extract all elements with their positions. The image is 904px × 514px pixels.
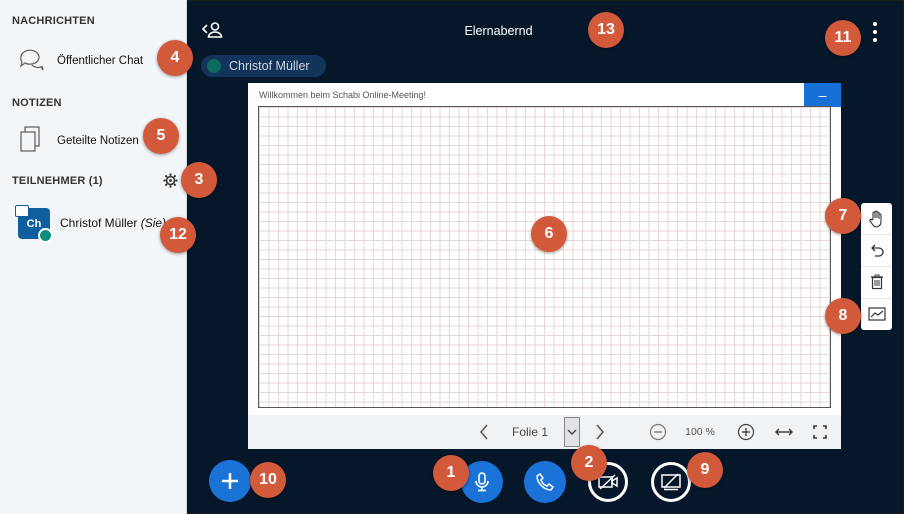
- undo-icon[interactable]: [861, 234, 892, 265]
- hand-tool-icon[interactable]: [861, 203, 892, 234]
- annotation-badge-11: 11: [825, 20, 861, 56]
- zoom-in-icon[interactable]: [737, 415, 755, 449]
- annotation-badge-9: 9: [687, 452, 723, 488]
- annotation-badge-2: 2: [571, 445, 607, 481]
- whiteboard-toolbar: [861, 203, 892, 330]
- speaker-name: Christof Müller: [229, 59, 310, 73]
- presenter-screen-icon: [15, 205, 29, 217]
- options-menu-icon[interactable]: [870, 22, 880, 42]
- previous-slide-icon[interactable]: [476, 415, 492, 449]
- zoom-level: 100 %: [685, 426, 715, 438]
- participants-section-title: TEILNEHMER (1): [12, 175, 103, 187]
- annotation-badge-1: 1: [433, 455, 469, 491]
- screenshare-button[interactable]: [651, 462, 691, 502]
- sidebar: NACHRICHTEN Öffentlicher Chat NOTIZEN Ge…: [0, 0, 187, 514]
- notes-icon: [19, 125, 41, 158]
- fit-width-icon[interactable]: [774, 415, 794, 449]
- annotation-badge-5: 5: [143, 118, 179, 154]
- screen-share-off-icon: [661, 473, 681, 491]
- presentation-area: Willkommen beim Schabi Online-Meeting! –…: [248, 83, 841, 449]
- participants-settings-gear-icon[interactable]: [163, 173, 178, 193]
- participant-name: Christof Müller (Sie): [60, 216, 166, 230]
- actions-plus-button[interactable]: [209, 460, 251, 502]
- slide-select-chevron-down-icon[interactable]: [564, 417, 580, 447]
- annotation-badge-10: 10: [250, 462, 286, 498]
- whiteboard-canvas[interactable]: [258, 106, 831, 408]
- multi-user-whiteboard-icon[interactable]: [861, 298, 892, 329]
- talking-indicator: Christof Müller: [201, 55, 326, 77]
- annotation-badge-3: 3: [181, 162, 217, 198]
- microphone-status-icon: [38, 228, 53, 243]
- fullscreen-icon[interactable]: [811, 415, 829, 449]
- meeting-title: Elernabernd: [464, 24, 533, 38]
- plus-icon: [222, 473, 238, 489]
- phone-icon: [536, 473, 554, 491]
- annotation-badge-12: 12: [160, 217, 196, 253]
- public-chat-label: Öffentlicher Chat: [57, 55, 144, 67]
- notes-section-title: NOTIZEN: [12, 97, 62, 109]
- chat-icon: [18, 46, 44, 79]
- presentation-title: Willkommen beim Schabi Online-Meeting!: [259, 90, 427, 100]
- speaker-avatar-dot: [207, 59, 221, 73]
- presentation-toolbar: Folie 1 100 %: [248, 415, 841, 449]
- shared-notes-label: Geteilte Notizen: [57, 135, 139, 147]
- annotation-badge-7: 7: [825, 198, 861, 234]
- trash-icon[interactable]: [861, 266, 892, 297]
- microphone-icon: [475, 472, 489, 492]
- annotation-badge-6: 6: [531, 216, 567, 252]
- slide-label: Folie 1: [511, 425, 549, 439]
- minimize-presentation-button[interactable]: –: [804, 83, 841, 107]
- next-slide-icon[interactable]: [593, 415, 607, 449]
- annotation-badge-4: 4: [157, 40, 193, 76]
- participant-name-text: Christof Müller: [60, 216, 138, 230]
- leave-audio-button[interactable]: [524, 461, 566, 503]
- annotation-badge-8: 8: [825, 298, 861, 334]
- annotation-badge-13: 13: [588, 12, 624, 48]
- zoom-out-icon[interactable]: [649, 415, 667, 449]
